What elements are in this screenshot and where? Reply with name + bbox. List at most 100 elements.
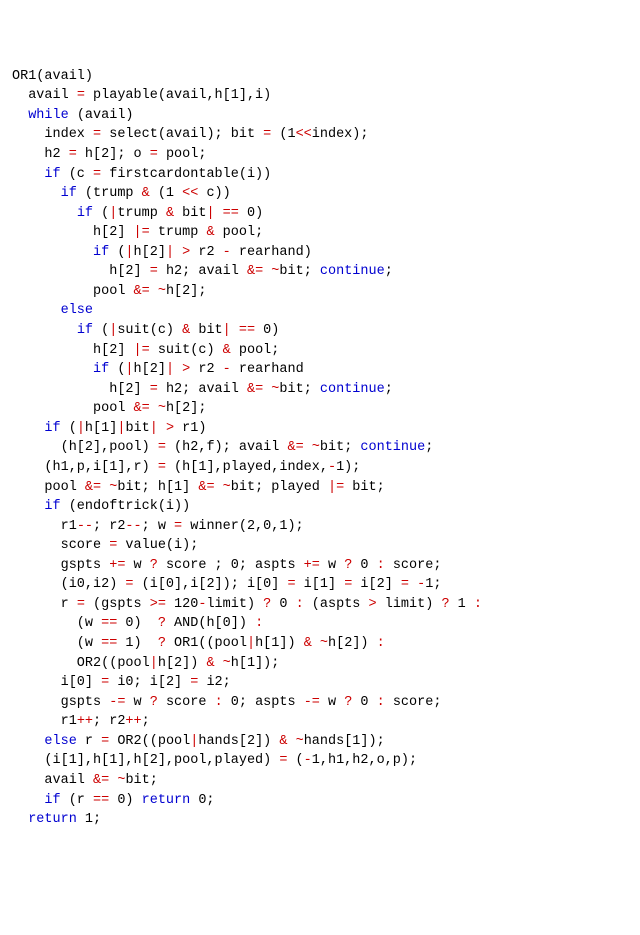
- text-token: suit(c): [150, 343, 223, 358]
- operator-token: =: [69, 147, 77, 162]
- keyword-token: continue: [320, 382, 385, 397]
- text-token: [12, 167, 44, 182]
- text-token: (h[2],pool): [12, 440, 158, 455]
- operator-token: ~: [320, 636, 328, 651]
- code-line: r = (gspts >= 120-limit) ? 0 : (aspts > …: [12, 595, 628, 615]
- operator-token: |: [77, 421, 85, 436]
- operator-token: &=: [134, 401, 150, 416]
- keyword-token: if: [61, 186, 77, 201]
- text-token: gspts: [12, 695, 109, 710]
- keyword-token: if: [93, 245, 109, 260]
- operator-token: &=: [85, 480, 101, 495]
- code-line: gspts += w ? score ; 0; aspts += w ? 0 :…: [12, 556, 628, 576]
- code-line: h[2] = h2; avail &= ~bit; continue;: [12, 262, 628, 282]
- text-token: bit;: [279, 264, 320, 279]
- code-line: if (r == 0) return 0;: [12, 791, 628, 811]
- operator-token: |: [125, 362, 133, 377]
- text-token: ;: [142, 714, 150, 729]
- operator-token: &: [206, 656, 214, 671]
- text-token: h[1]: [85, 421, 117, 436]
- text-token: [12, 206, 77, 221]
- text-token: 0: [352, 558, 376, 573]
- text-token: w: [125, 558, 149, 573]
- text-token: 0): [239, 206, 263, 221]
- operator-token: &: [166, 206, 174, 221]
- text-token: (r: [61, 793, 93, 808]
- text-token: 1);: [336, 460, 360, 475]
- text-token: rearhand: [231, 362, 304, 377]
- text-token: h[2]: [12, 382, 150, 397]
- operator-token: =: [158, 440, 166, 455]
- operator-token: |: [166, 362, 174, 377]
- code-line: (w == 0) ? AND(h[0]) :: [12, 614, 628, 634]
- text-token: bit; played: [231, 480, 328, 495]
- text-token: gspts: [12, 558, 109, 573]
- text-token: [409, 577, 417, 592]
- text-token: [12, 421, 44, 436]
- text-token: [12, 793, 44, 808]
- operator-token: -=: [304, 695, 320, 710]
- keyword-token: else: [61, 303, 93, 318]
- code-line: if (trump & (1 << c)): [12, 184, 628, 204]
- text-token: score: [158, 695, 215, 710]
- text-token: [304, 440, 312, 455]
- text-token: (: [109, 245, 125, 260]
- text-token: (i0,i2): [12, 577, 125, 592]
- operator-token: -: [328, 460, 336, 475]
- text-token: r2: [190, 245, 222, 260]
- operator-token: +=: [109, 558, 125, 573]
- code-line: if (|suit(c) & bit| == 0): [12, 321, 628, 341]
- text-token: 1: [450, 597, 474, 612]
- operator-token: >: [166, 421, 174, 436]
- operator-token: =: [93, 127, 101, 142]
- text-token: [12, 734, 44, 749]
- text-token: trump: [117, 206, 166, 221]
- text-token: h2; avail: [158, 264, 247, 279]
- text-token: r1): [174, 421, 206, 436]
- operator-token: -=: [109, 695, 125, 710]
- text-token: [12, 186, 61, 201]
- text-token: h[2]): [328, 636, 377, 651]
- text-token: r1: [12, 714, 77, 729]
- text-token: (i[0],i[2]); i[0]: [134, 577, 288, 592]
- text-token: limit): [206, 597, 263, 612]
- code-line: if (|h[2]| > r2 - rearhand): [12, 243, 628, 263]
- code-line: else r = OR2((pool|hands[2]) & ~hands[1]…: [12, 732, 628, 752]
- text-token: trump: [150, 225, 207, 240]
- operator-token: &=: [93, 773, 109, 788]
- text-token: (i[1],h[1],h[2],pool,played): [12, 753, 279, 768]
- operator-token: =: [150, 147, 158, 162]
- text-token: pool;: [215, 225, 264, 240]
- text-token: [215, 480, 223, 495]
- operator-token: --: [77, 519, 93, 534]
- text-token: i0; i[2]: [109, 675, 190, 690]
- code-line: i[0] = i0; i[2] = i2;: [12, 673, 628, 693]
- operator-token: &=: [287, 440, 303, 455]
- text-token: h[2]: [12, 264, 150, 279]
- code-line: (h[2],pool) = (h2,f); avail &= ~bit; con…: [12, 438, 628, 458]
- text-token: (gspts: [85, 597, 150, 612]
- text-token: 0;: [190, 793, 214, 808]
- text-token: index);: [312, 127, 369, 142]
- operator-token: =: [401, 577, 409, 592]
- text-token: AND(h[0]): [166, 616, 255, 631]
- text-token: score ; 0; aspts: [158, 558, 304, 573]
- operator-token: ?: [158, 636, 166, 651]
- operator-token: =: [125, 577, 133, 592]
- text-token: score;: [385, 695, 442, 710]
- code-line: if (|h[1]|bit| > r1): [12, 419, 628, 439]
- text-token: i[2]: [352, 577, 401, 592]
- operator-token: =: [77, 88, 85, 103]
- text-token: (: [61, 421, 77, 436]
- code-line: else: [12, 301, 628, 321]
- text-token: (h1,p,i[1],r): [12, 460, 158, 475]
- text-token: (avail): [69, 108, 134, 123]
- operator-token: ==: [239, 323, 255, 338]
- text-token: h2; avail: [158, 382, 247, 397]
- operator-token: |=: [134, 225, 150, 240]
- code-line: avail = playable(avail,h[1],i): [12, 86, 628, 106]
- operator-token: &: [206, 225, 214, 240]
- text-token: 1;: [425, 577, 441, 592]
- code-line: h[2] |= suit(c) & pool;: [12, 341, 628, 361]
- text-token: OR2((pool: [109, 734, 190, 749]
